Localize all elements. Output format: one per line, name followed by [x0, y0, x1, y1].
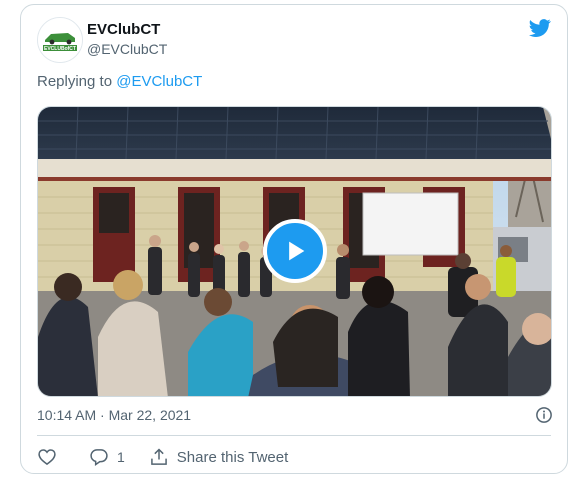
reply-mention-link[interactable]: @EVClubCT	[116, 73, 202, 90]
play-button[interactable]	[263, 219, 327, 283]
comment-icon	[90, 449, 108, 466]
display-name[interactable]: EVClubCT	[87, 21, 160, 38]
reply-count: 1	[117, 449, 125, 465]
play-icon	[289, 241, 305, 261]
svg-text:EVCLUBofCT: EVCLUBofCT	[44, 46, 76, 52]
info-icon[interactable]	[535, 406, 553, 424]
reply-button[interactable]: 1	[89, 447, 125, 467]
video-player[interactable]	[37, 106, 552, 397]
like-button[interactable]	[37, 447, 57, 467]
tweet-card: EVCLUBofCT EVClubCT @EVClubCT Replying t…	[20, 4, 568, 474]
share-icon	[150, 448, 167, 465]
divider	[37, 435, 551, 436]
avatar[interactable]: EVCLUBofCT	[37, 17, 83, 63]
reply-prefix: Replying to	[37, 73, 117, 90]
tweet-timestamp[interactable]: 10:14 AM · Mar 22, 2021	[37, 407, 191, 423]
user-handle[interactable]: @EVClubCT	[87, 41, 167, 57]
heart-icon	[38, 449, 56, 466]
tweet-actions: 1 Share this Tweet	[37, 445, 288, 469]
evclubct-logo: EVCLUBofCT	[38, 18, 82, 62]
replying-to: Replying to @EVClubCT	[37, 73, 202, 90]
share-label: Share this Tweet	[176, 448, 289, 466]
share-button[interactable]: Share this Tweet	[149, 447, 288, 467]
twitter-bird-icon[interactable]	[527, 17, 553, 39]
